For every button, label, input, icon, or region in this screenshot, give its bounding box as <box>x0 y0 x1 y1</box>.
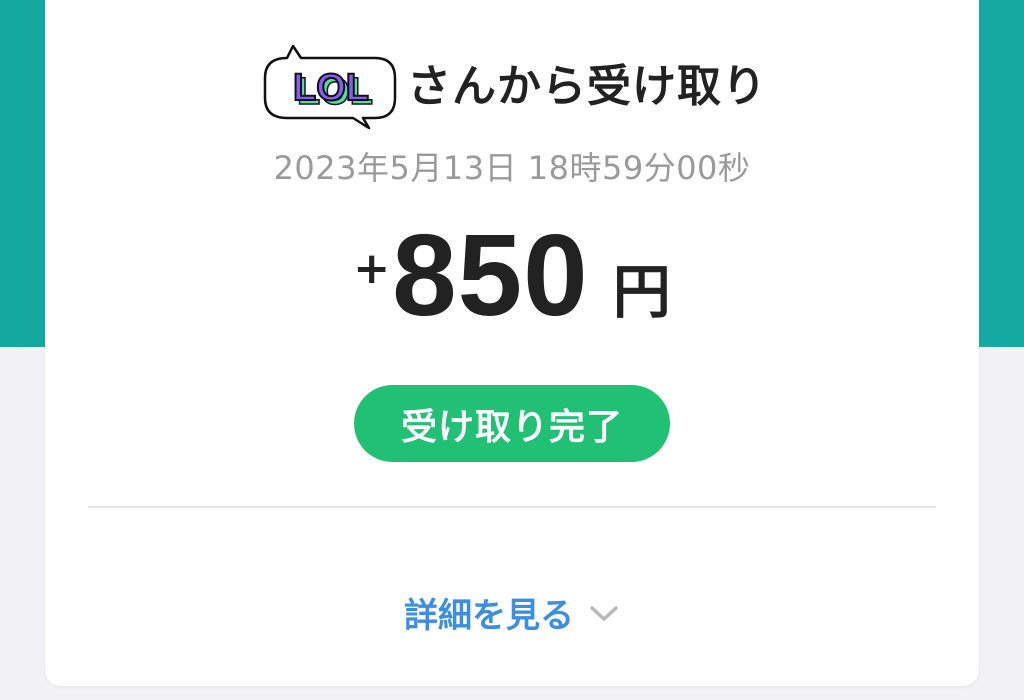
sender-label: さんから受け取り <box>407 61 767 112</box>
amount-value: 850 <box>392 210 589 340</box>
sender-row: LOL LOL さんから受け取り <box>45 32 979 132</box>
sender-avatar[interactable]: LOL LOL <box>257 32 405 132</box>
details-toggle-button[interactable]: 詳細を見る <box>45 584 979 640</box>
divider <box>88 506 936 508</box>
transaction-card: LOL LOL さんから受け取り 2023年5月13日 18時59分00秒 + … <box>45 0 979 686</box>
transaction-timestamp: 2023年5月13日 18時59分00秒 <box>273 149 751 187</box>
details-label: 詳細を見る <box>404 595 574 636</box>
currency-label: 円 <box>612 258 671 326</box>
amount-sign: + <box>353 243 391 294</box>
status-badge: 受け取り完了 <box>354 385 670 462</box>
amount-row: + 850 円 <box>45 215 979 335</box>
chevron-down-icon <box>590 606 618 621</box>
avatar-text: LOL <box>293 67 369 109</box>
